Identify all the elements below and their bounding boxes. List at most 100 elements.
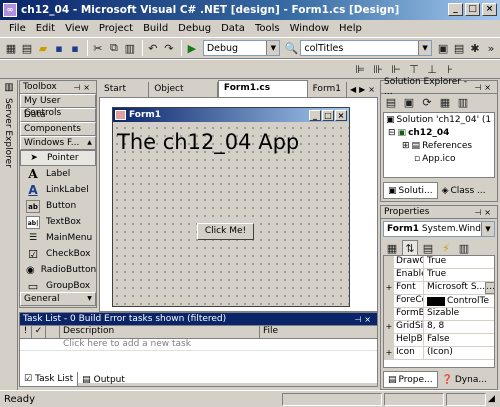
tab-object-browser[interactable]: Object Browser [149,82,218,108]
property-row[interactable]: + Icon (Icon) [384,347,494,360]
expand-icon[interactable]: ⊞ [402,141,410,151]
ellipsis-button[interactable]: … [485,282,494,294]
align-centers-icon[interactable]: ⊪ [370,61,386,77]
pin-icon[interactable]: ⊣ [73,83,83,92]
tab-form1-design[interactable]: Form1.cs [Design] [217,80,308,107]
align-middles-icon[interactable]: ⊥ [424,61,440,77]
tab-task-list[interactable]: ☑ Task List [19,372,79,387]
copy-icon[interactable]: ⧉ [107,40,121,56]
alphabetical-icon[interactable]: ⇅ [402,240,418,256]
form1-window[interactable]: Form1 _ □ × The ch12_04 App Click Me! [112,107,350,307]
expand-icon[interactable]: + [384,321,394,333]
align-bottoms-icon[interactable]: ⊦ [442,61,458,77]
toolbox-section-windows-forms[interactable]: Windows F... ▲ [20,136,96,150]
property-value[interactable]: Sizable [424,308,494,320]
expander[interactable] [384,295,394,307]
menu-help[interactable]: Help [334,23,367,34]
toolbox-section-components[interactable]: Components [20,122,96,136]
new-task-row[interactable]: Click here to add a new task [20,339,377,351]
server-icon[interactable]: ▥ [2,82,16,96]
tab-solution-explorer[interactable]: ▣ Soluti... [383,182,438,199]
tree-item-project[interactable]: ⊟ ▣ ch12_04 [384,126,494,139]
find-icon[interactable]: 🔍 [284,40,299,56]
menu-data[interactable]: Data [216,23,250,34]
property-row[interactable]: ForeCol ControlTe [384,295,494,308]
checked-column-icon[interactable]: ✓ [32,326,46,338]
expander[interactable] [384,308,394,320]
solution-explorer-icon[interactable]: ▣ [436,40,450,56]
toolbox-item-mainmenu[interactable]: ☰ MainMenu [20,230,96,246]
description-column-header[interactable]: Description [60,326,260,338]
property-value[interactable]: (Icon) [424,347,494,359]
object-selector[interactable]: Form1 System.Window ▼ [383,221,495,237]
collapse-icon[interactable]: ⊟ [388,128,396,138]
close-icon[interactable]: × [364,315,374,324]
align-lefts-icon[interactable]: ⊫ [352,61,368,77]
close-icon[interactable]: × [83,83,93,92]
toolbox-item-pointer[interactable]: ➤ Pointer [20,150,96,166]
property-pages-icon[interactable]: ▥ [456,240,472,256]
property-value-cell[interactable]: ControlTe [424,295,494,307]
property-value[interactable]: False [424,334,494,346]
resize-grip-icon[interactable]: ◢ [488,394,500,404]
menu-debug[interactable]: Debug [173,23,216,34]
properties-icon[interactable]: ▥ [455,94,471,110]
pin-icon[interactable]: ⊣ [474,208,484,217]
add-item-icon[interactable]: ▤ [20,40,34,56]
property-row[interactable]: EnablecTrue [384,269,494,282]
open-icon[interactable]: ▰ [36,40,50,56]
chevron-down-icon[interactable]: ▼ [266,41,280,55]
toolbox-item-linklabel[interactable]: A LinkLabel [20,182,96,198]
show-all-files-icon[interactable]: ▦ [437,94,453,110]
vs-icon[interactable]: ∞ [3,3,17,17]
expander[interactable] [384,256,394,268]
property-row[interactable]: +GridSize8, 8 [384,321,494,334]
pin-icon[interactable]: ⊣ [474,83,484,92]
tab-start-page[interactable]: Start Page [99,82,150,108]
save-icon[interactable]: ▪ [52,40,66,56]
more-icon[interactable]: » [484,40,498,56]
expander[interactable] [384,269,394,281]
find-combo[interactable]: colTitles ▼ [300,40,433,56]
toolbox-item-textbox[interactable]: ab| TextBox [20,214,96,230]
server-explorer-tab[interactable]: Server Explorer [3,98,13,168]
menu-edit[interactable]: Edit [31,23,60,34]
menu-build[interactable]: Build [138,23,173,34]
close-button[interactable]: × [482,3,497,16]
menu-view[interactable]: View [60,23,94,34]
minimize-button[interactable]: _ [448,3,463,16]
start-icon[interactable]: ▶ [185,40,199,56]
scroll-down-icon[interactable]: ▼ [84,293,95,305]
tab-form1[interactable]: Form1 [308,82,347,97]
property-row[interactable]: DrawGrTrue [384,256,494,269]
toolbox-icon[interactable]: ✱ [468,40,482,56]
close-icon[interactable]: × [484,83,494,92]
property-value[interactable]: 8, 8 [424,321,494,333]
redo-icon[interactable]: ↷ [162,40,176,56]
tree-item-app-ico[interactable]: ▫ App.ico [384,152,494,165]
solution-config-combo[interactable]: Debug ▼ [202,40,281,56]
property-row[interactable]: +FontMicrosoft S...… [384,282,494,295]
tab-properties[interactable]: ▤ Prope... [383,371,438,388]
align-rights-icon[interactable]: ⊩ [388,61,404,77]
properties-view-icon[interactable]: ▤ [420,240,436,256]
close-icon[interactable]: × [484,208,494,217]
events-icon[interactable]: ⚡ [438,240,454,256]
scroll-right-icon[interactable]: ▶ [359,85,365,94]
toolbox-item-button[interactable]: ab Button [20,198,96,214]
undo-icon[interactable]: ↶ [146,40,160,56]
categorized-icon[interactable]: ▦ [384,240,400,256]
menu-window[interactable]: Window [285,23,334,34]
tab-class-view[interactable]: ◈ Class ... [438,182,490,199]
expander[interactable] [384,334,394,346]
toolbox-item-checkbox[interactable]: ☑ CheckBox [20,246,96,262]
align-tops-icon[interactable]: ⊤ [406,61,422,77]
property-row[interactable]: HelpButFalse [384,334,494,347]
menu-tools[interactable]: Tools [250,23,285,34]
property-row[interactable]: FormBoSizable [384,308,494,321]
menu-project[interactable]: Project [94,23,138,34]
paste-icon[interactable]: ▥ [123,40,137,56]
view-designer-icon[interactable]: ▣ [401,94,417,110]
menu-file[interactable]: File [4,23,31,34]
tree-item-references[interactable]: ⊞ ▤ References [384,139,494,152]
